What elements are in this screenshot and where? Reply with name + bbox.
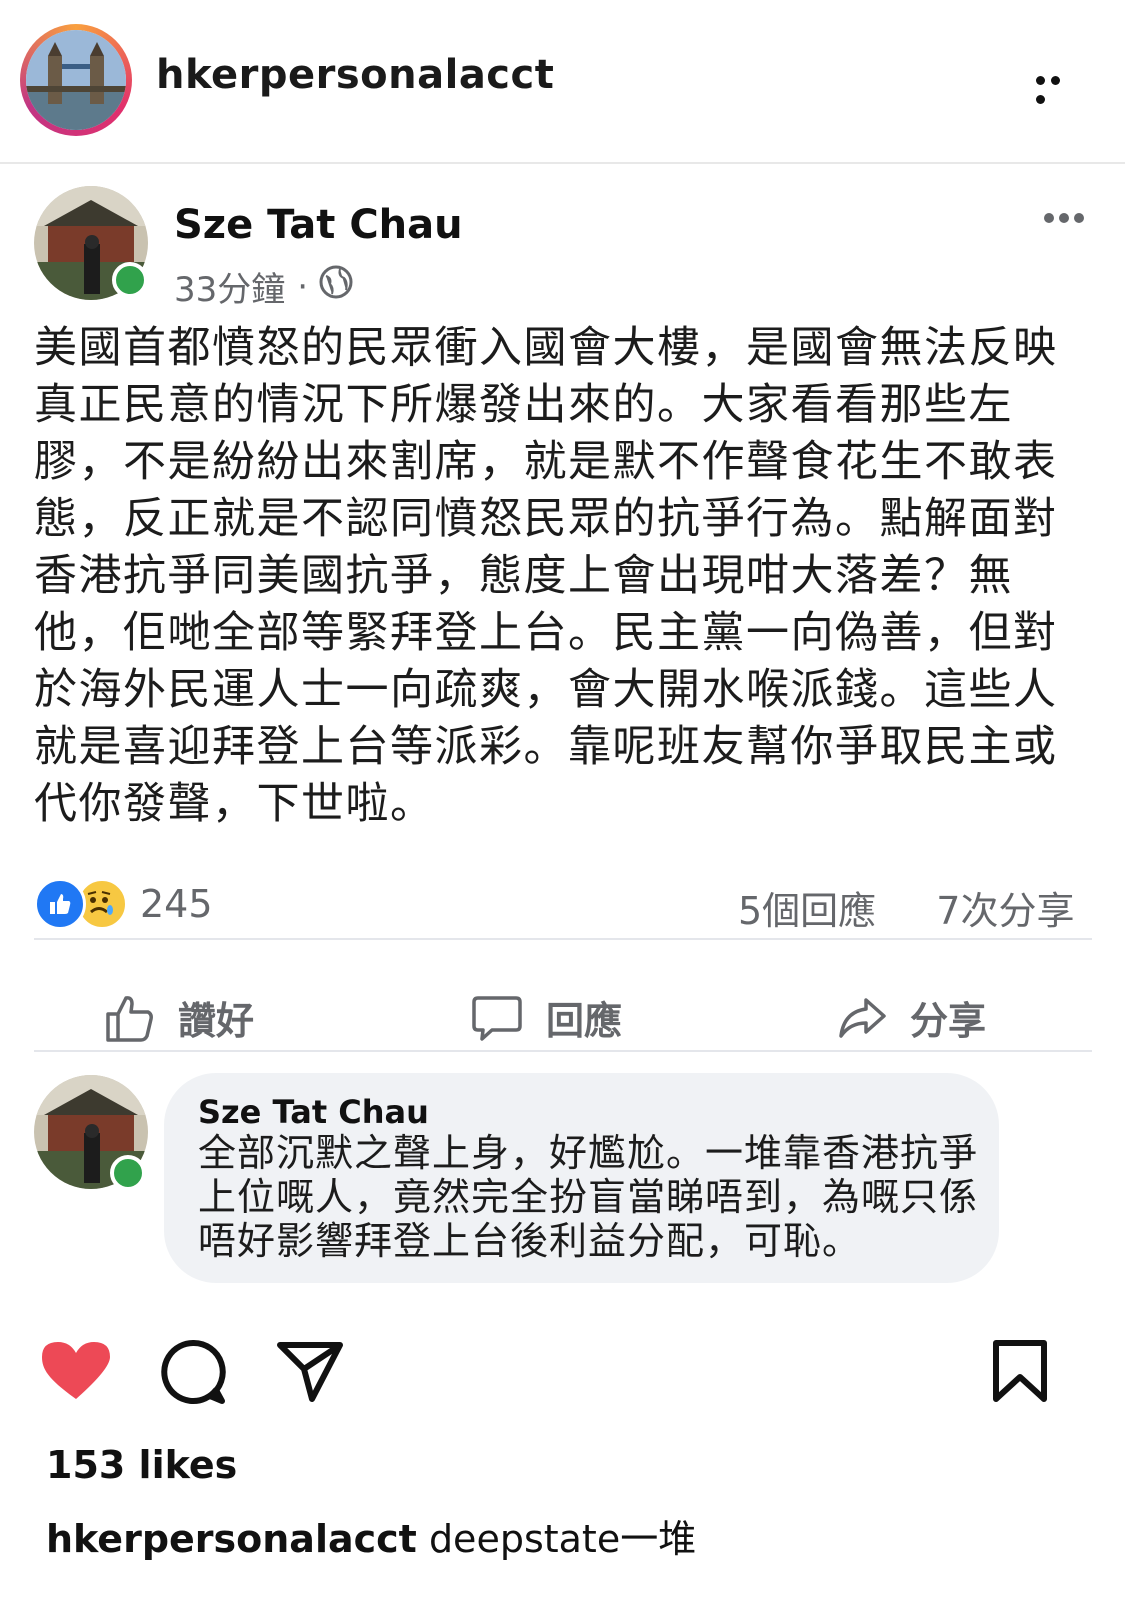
comment-text: 全部沉默之聲上身，好尷尬。一堆靠香港抗爭上位嘅人，竟然完全扮盲當睇唔到，為嘅只係… bbox=[198, 1131, 979, 1263]
ig-post-header: hkerpersonalacct bbox=[0, 0, 1125, 164]
share-icon[interactable] bbox=[276, 1341, 344, 1403]
fb-post-meta: 33分鐘 · bbox=[174, 262, 354, 311]
share-button[interactable]: 分享 bbox=[836, 990, 986, 1045]
bookmark-icon[interactable] bbox=[992, 1339, 1048, 1403]
comments-count[interactable]: 5個回應 bbox=[738, 889, 876, 933]
ig-avatar[interactable] bbox=[20, 24, 132, 136]
like-button[interactable]: 讚好 bbox=[104, 990, 254, 1045]
post-time[interactable]: 33分鐘 bbox=[174, 262, 285, 311]
reaction-summary[interactable]: 245 bbox=[34, 878, 213, 930]
reaction-count: 245 bbox=[140, 882, 213, 926]
more-options-icon[interactable] bbox=[1036, 70, 1080, 104]
comment-label: 回應 bbox=[546, 999, 623, 1043]
shares-count[interactable]: 7次分享 bbox=[936, 889, 1074, 933]
comment-avatar[interactable] bbox=[34, 1075, 148, 1191]
thumbs-up-icon bbox=[106, 995, 153, 1042]
share-arrow-icon bbox=[839, 997, 886, 1038]
tower-bridge-image bbox=[26, 30, 126, 130]
divider bbox=[34, 938, 1092, 940]
ig-caption: hkerpersonalacct deepstate一堆 bbox=[46, 1508, 696, 1563]
caption-text: deepstate一堆 bbox=[428, 1517, 697, 1561]
like-label: 讚好 bbox=[178, 999, 255, 1043]
fb-more-icon[interactable] bbox=[1044, 208, 1089, 227]
globe-icon bbox=[318, 264, 354, 309]
meta-separator: · bbox=[297, 266, 309, 307]
likes-count[interactable]: 153 likes bbox=[46, 1443, 237, 1487]
comment-author[interactable]: Sze Tat Chau bbox=[198, 1093, 429, 1131]
fb-author-name[interactable]: Sze Tat Chau bbox=[174, 202, 463, 248]
like-reaction-icon bbox=[34, 878, 86, 930]
heart-icon[interactable] bbox=[40, 1339, 112, 1403]
share-label: 分享 bbox=[910, 999, 987, 1043]
ig-action-bar bbox=[0, 1335, 1125, 1415]
speech-bubble-icon bbox=[472, 995, 522, 1041]
fb-post-body: 美國首都憤怒的民眾衝入國會大樓，是國會無法反映真正民意的情況下所爆發出來的。大家… bbox=[34, 323, 1058, 829]
online-status-dot bbox=[110, 1155, 146, 1191]
caption-username[interactable]: hkerpersonalacct bbox=[46, 1517, 417, 1561]
ig-username[interactable]: hkerpersonalacct bbox=[156, 52, 554, 98]
divider bbox=[34, 1050, 1092, 1052]
comment-button[interactable]: 回應 bbox=[470, 990, 622, 1045]
fb-post-avatar bbox=[34, 186, 148, 300]
comment-bubble: Sze Tat Chau 全部沉默之聲上身，好尷尬。一堆靠香港抗爭上位嘅人，竟然… bbox=[164, 1073, 999, 1283]
online-status-dot bbox=[112, 262, 148, 298]
engagement-stats: 5個回應 7次分享 bbox=[738, 880, 1074, 935]
comment-icon[interactable] bbox=[160, 1339, 226, 1405]
